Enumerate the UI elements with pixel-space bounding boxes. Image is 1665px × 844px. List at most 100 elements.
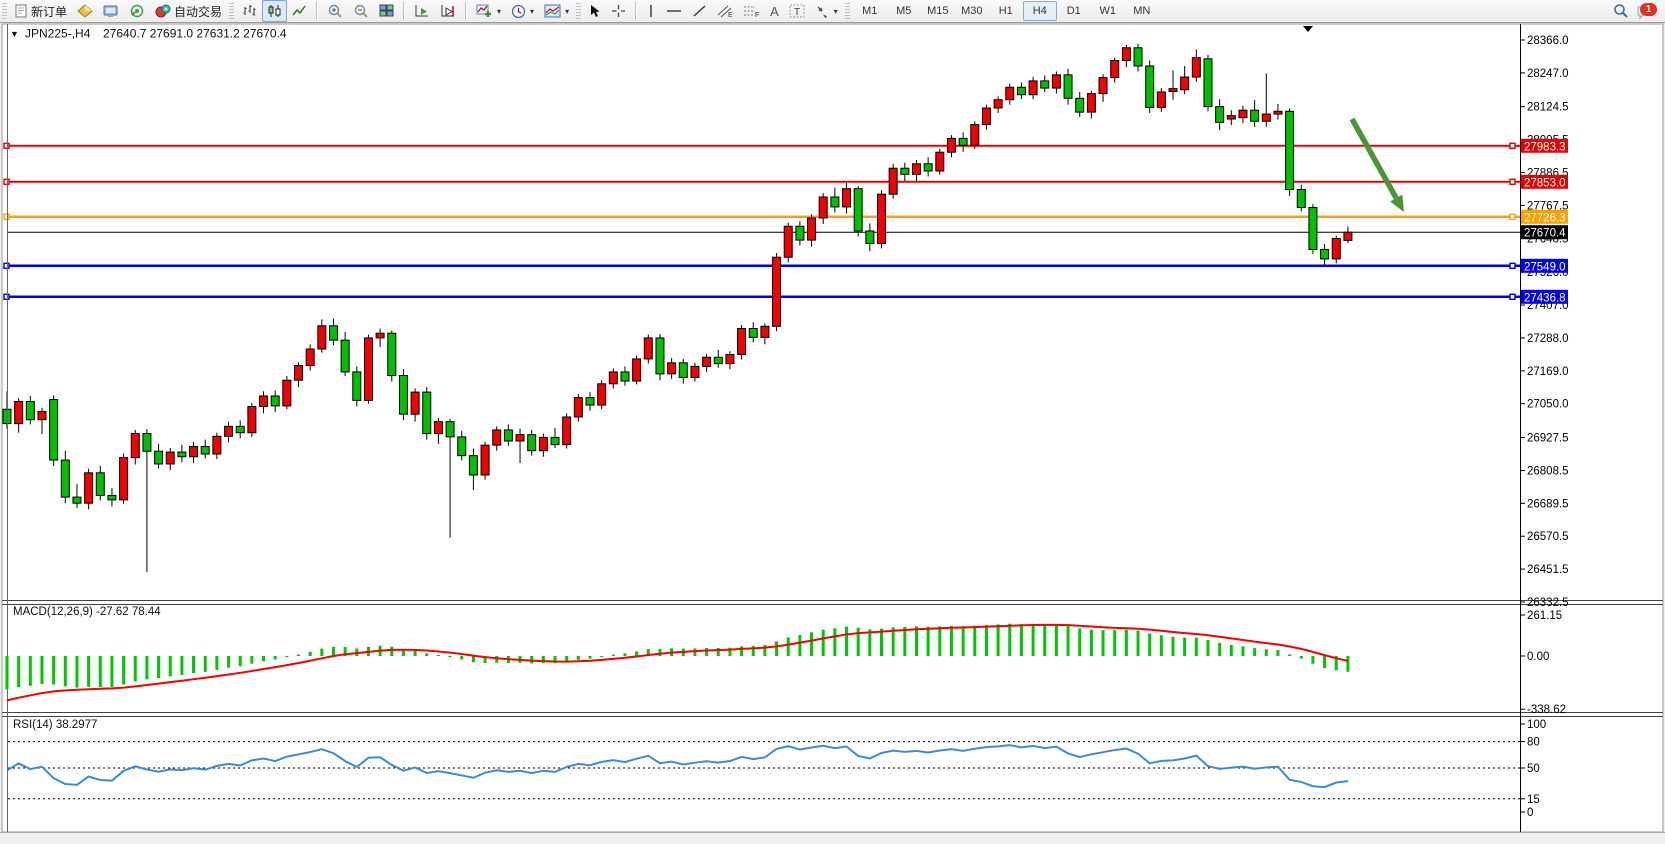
- macd-histogram-bar: [938, 626, 941, 656]
- candlestick: [364, 338, 372, 400]
- candlestick: [61, 460, 69, 497]
- candlestick: [1087, 94, 1095, 113]
- candlestick: [458, 437, 466, 456]
- macd-histogram-bar: [1265, 649, 1268, 656]
- candlestick: [528, 435, 536, 451]
- candlestick: [1192, 58, 1200, 77]
- candlestick: [889, 168, 897, 194]
- macd-histogram-bar: [169, 656, 172, 676]
- candlestick: [38, 411, 46, 419]
- macd-histogram-bar: [1055, 625, 1058, 656]
- level-line-handle[interactable]: [1510, 214, 1515, 219]
- macd-histogram-bar: [623, 653, 626, 656]
- macd-histogram-bar: [1323, 656, 1326, 668]
- candlestick: [574, 398, 582, 417]
- candlestick: [1286, 111, 1294, 189]
- candlestick: [819, 197, 827, 218]
- candlestick: [236, 426, 244, 432]
- candlestick: [399, 376, 407, 415]
- candlestick: [866, 231, 874, 243]
- price-tick-label: 26808.5: [1527, 465, 1569, 477]
- level-line-handle[interactable]: [4, 214, 9, 219]
- price-tick-label: 26332.5: [1527, 597, 1569, 609]
- macd-histogram-bar: [1008, 624, 1011, 656]
- candlestick: [1274, 111, 1282, 114]
- rsi-tick-label: 0: [1527, 807, 1533, 819]
- macd-histogram-bar: [635, 651, 638, 656]
- level-line-handle[interactable]: [1510, 263, 1515, 268]
- candlestick: [994, 100, 1002, 108]
- candlestick: [1297, 190, 1305, 208]
- rsi-tick-label: 15: [1527, 794, 1540, 806]
- candlestick: [1239, 110, 1247, 117]
- macd-histogram-bar: [204, 656, 207, 672]
- macd-histogram-bar: [787, 637, 790, 656]
- level-line-handle[interactable]: [1510, 294, 1515, 299]
- candlestick: [924, 164, 932, 171]
- macd-histogram-bar: [973, 626, 976, 656]
- candlestick: [306, 349, 314, 366]
- candlestick: [73, 497, 81, 503]
- candlestick: [329, 326, 337, 340]
- price-tick-label: 28247.0: [1527, 68, 1569, 80]
- candlestick: [1157, 92, 1165, 107]
- macd-histogram-bar: [822, 630, 825, 656]
- candlestick: [1309, 207, 1317, 249]
- macd-histogram-bar: [1241, 646, 1244, 656]
- candlestick: [971, 125, 979, 146]
- level-line-handle[interactable]: [4, 294, 9, 299]
- candlestick: [959, 138, 967, 145]
- symbol-dropdown-icon[interactable]: ▼: [10, 29, 19, 39]
- level-line-handle[interactable]: [1510, 179, 1515, 184]
- candlestick: [96, 473, 104, 496]
- level-line-handle[interactable]: [4, 179, 9, 184]
- macd-histogram-bar: [985, 625, 988, 656]
- macd-histogram-bar: [903, 627, 906, 656]
- macd-histogram-bar: [460, 656, 463, 659]
- candlestick: [201, 447, 209, 454]
- macd-histogram-bar: [285, 656, 288, 657]
- candlestick: [784, 226, 792, 257]
- price-level-label: 27436.8: [1524, 292, 1566, 304]
- macd-histogram-bar: [99, 656, 102, 687]
- candlestick: [668, 363, 676, 374]
- candlestick: [469, 456, 477, 475]
- candlestick: [423, 392, 431, 433]
- rsi-tick-label: 80: [1527, 737, 1540, 749]
- macd-histogram-bar: [239, 656, 242, 666]
- candlestick: [190, 447, 198, 457]
- macd-histogram-bar: [1125, 630, 1128, 656]
- macd-histogram-bar: [857, 628, 860, 656]
- candlestick: [1017, 87, 1025, 94]
- candlestick: [213, 436, 221, 454]
- macd-histogram-bar: [1067, 626, 1070, 656]
- level-line-handle[interactable]: [4, 143, 9, 148]
- candlestick: [1321, 249, 1329, 258]
- candlestick: [831, 197, 839, 207]
- candlestick: [726, 355, 734, 364]
- candlestick: [854, 189, 862, 231]
- candlestick: [773, 257, 781, 326]
- candlestick: [912, 164, 920, 175]
- candlestick: [504, 430, 512, 441]
- macd-histogram-bar: [1206, 640, 1209, 656]
- macd-histogram-bar: [1218, 643, 1221, 656]
- macd-histogram-bar: [309, 652, 312, 656]
- macd-histogram-bar: [1300, 656, 1303, 659]
- candlestick: [901, 168, 909, 174]
- candlestick: [1041, 81, 1049, 88]
- macd-tick-label: -338.62: [1527, 704, 1566, 716]
- candlestick: [796, 226, 804, 240]
- macd-histogram-bar: [880, 629, 883, 656]
- candlestick: [749, 329, 757, 338]
- candlestick: [15, 401, 23, 423]
- candlestick: [318, 326, 326, 349]
- macd-histogram-bar: [927, 627, 930, 656]
- level-line-handle[interactable]: [4, 263, 9, 268]
- macd-histogram-bar: [449, 656, 452, 657]
- candlestick: [341, 340, 349, 372]
- macd-histogram-bar: [1148, 633, 1151, 656]
- level-line-handle[interactable]: [1510, 143, 1515, 148]
- candlestick: [1181, 77, 1189, 90]
- candlestick: [1006, 87, 1014, 99]
